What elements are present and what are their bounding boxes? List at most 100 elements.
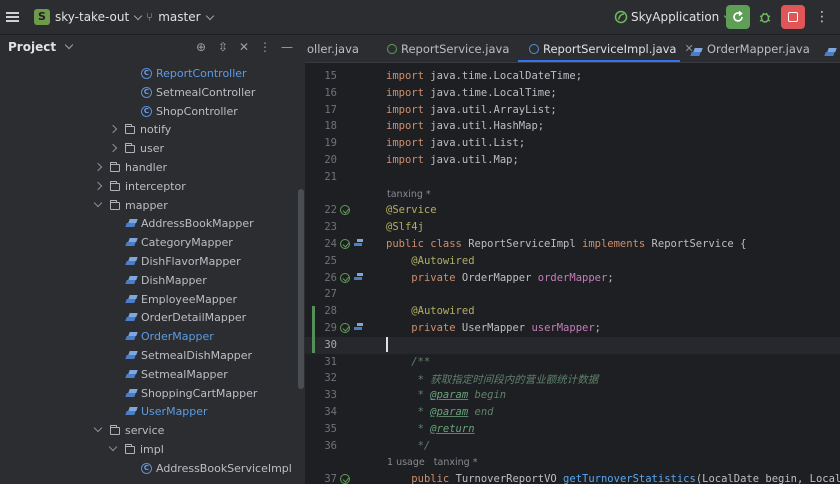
- options-icon[interactable]: ⋮: [258, 40, 272, 54]
- code-line[interactable]: 21: [305, 169, 840, 186]
- tree-item-label: notify: [140, 123, 172, 137]
- tree-item-notify[interactable]: notify: [0, 121, 300, 140]
- tab-overflow[interactable]: [825, 35, 837, 62]
- hamburger-icon: [5, 12, 19, 22]
- code-line[interactable]: 23 @Slf4j: [305, 219, 840, 236]
- tree-item-shopcontroller[interactable]: C ShopController: [0, 103, 300, 122]
- spring-bean-icon[interactable]: [340, 323, 350, 333]
- tree-item-user[interactable]: user: [0, 140, 300, 159]
- mapper-nav-icon[interactable]: [354, 272, 363, 282]
- code-editor[interactable]: 15 import java.time.LocalDateTime; 16 impor…: [305, 63, 840, 484]
- code-line[interactable]: 36 */: [305, 438, 840, 455]
- code-line[interactable]: 16 import java.time.LocalTime;: [305, 85, 840, 102]
- project-selector[interactable]: S sky-take-out: [34, 0, 143, 34]
- code-line[interactable]: 25 @Autowired: [305, 253, 840, 270]
- tree-item-dishflavormapper[interactable]: DishFlavorMapper: [0, 253, 300, 272]
- chevron-down-icon[interactable]: [93, 198, 103, 207]
- tree-item-label: ReportController: [156, 67, 247, 80]
- collapse-all-icon[interactable]: ✕: [237, 40, 251, 54]
- more-actions-button[interactable]: ⋮: [810, 5, 834, 29]
- code-line[interactable]: 20 import java.util.Map;: [305, 152, 840, 169]
- tab-order-mapper[interactable]: OrderMapper.java: [691, 35, 810, 62]
- tree-item-reportcontroller[interactable]: C ReportController: [0, 65, 300, 84]
- code-line[interactable]: 37 public TurnoverReportVO getTurnoverSt…: [305, 471, 840, 484]
- rerun-button[interactable]: [726, 5, 750, 29]
- line-number: 32: [324, 372, 337, 385]
- chevron-down-icon[interactable]: [108, 442, 118, 452]
- mapper-icon: [126, 313, 138, 323]
- code-text: public TurnoverReportVO getTurnoverStati…: [411, 473, 840, 484]
- main-menu-button[interactable]: [2, 0, 22, 34]
- mapper-nav-icon[interactable]: [354, 323, 363, 332]
- tree-item-setmealcontroller[interactable]: C SetmealController: [0, 84, 300, 103]
- tree-item-shoppingcartmapper[interactable]: ShoppingCartMapper: [0, 385, 300, 404]
- spring-bean-icon[interactable]: [340, 272, 350, 283]
- tree-item-usermapper[interactable]: UserMapper: [0, 403, 300, 422]
- line-number: 37: [324, 473, 337, 484]
- code-line[interactable]: 19 import java.util.List;: [305, 135, 840, 152]
- tree-item-handler[interactable]: handler: [0, 159, 300, 178]
- code-line[interactable]: 33 * @param begin: [305, 387, 840, 404]
- tree-item-dishmapper[interactable]: DishMapper: [0, 272, 300, 291]
- author-hint[interactable]: tanxing *: [387, 189, 431, 200]
- tab-report-service[interactable]: ReportService.java: [387, 35, 509, 62]
- folder-icon: [125, 444, 135, 454]
- spring-bean-icon[interactable]: [340, 474, 350, 484]
- hide-panel-icon[interactable]: —: [280, 40, 294, 54]
- tree-item-interceptor[interactable]: interceptor: [0, 178, 300, 197]
- implemented-icon[interactable]: [354, 239, 363, 248]
- tab-report-service-impl[interactable]: ReportServiceImpl.java ✕: [529, 35, 694, 62]
- line-number: 28: [324, 305, 337, 318]
- code-line[interactable]: 22 @Service: [305, 202, 840, 219]
- tree-item-mapper[interactable]: mapper: [0, 197, 300, 216]
- line-number: 31: [324, 355, 337, 368]
- tree-item-setmealmapper[interactable]: SetmealMapper: [0, 366, 300, 385]
- branch-selector[interactable]: ⑂ master: [146, 0, 214, 34]
- tab-label: ReportService.java: [401, 41, 510, 56]
- debug-button[interactable]: [753, 5, 777, 29]
- tree-scrollbar[interactable]: [298, 189, 304, 389]
- code-text: import java.util.ArrayList;: [386, 103, 557, 116]
- spring-bean-icon[interactable]: [340, 239, 350, 249]
- tree-item-label: mapper: [125, 198, 168, 212]
- inlay-hint-row: 1 usage tanxing *: [305, 454, 840, 471]
- tab-controller[interactable]: oller.java: [307, 35, 359, 62]
- tree-item-addressbookmapper[interactable]: AddressBookMapper: [0, 215, 300, 234]
- stop-button[interactable]: [781, 5, 805, 29]
- code-line[interactable]: 15 import java.time.LocalDateTime;: [305, 68, 840, 85]
- tree-item-addressbookserviceimpl[interactable]: C AddressBookServiceImpl: [0, 460, 300, 479]
- tree-item-employeemapper[interactable]: EmployeeMapper: [0, 291, 300, 310]
- locate-file-icon[interactable]: ⊕: [194, 40, 208, 54]
- tree-item-ordermapper[interactable]: OrderMapper: [0, 328, 300, 347]
- code-line[interactable]: 31 /**: [305, 354, 840, 371]
- author-hint[interactable]: 1 usage tanxing *: [387, 457, 477, 468]
- code-line[interactable]: 27: [305, 286, 840, 303]
- code-line[interactable]: 26 private OrderMapper orderMapper;: [305, 270, 840, 287]
- text-caret: [386, 337, 388, 352]
- tree-item-setmealdishmapper[interactable]: SetmealDishMapper: [0, 347, 300, 366]
- code-line[interactable]: 34 * @param end: [305, 404, 840, 421]
- tree-item-orderdetailmapper[interactable]: OrderDetailMapper: [0, 309, 300, 328]
- code-line[interactable]: 18 import java.util.HashMap;: [305, 118, 840, 135]
- tree-item-service[interactable]: service: [0, 422, 300, 441]
- chevron-right-icon[interactable]: [108, 143, 118, 153]
- code-line[interactable]: 17 import java.util.ArrayList;: [305, 102, 840, 119]
- chevron-right-icon[interactable]: [93, 181, 103, 191]
- chevron-down-icon[interactable]: [93, 423, 103, 433]
- code-line[interactable]: 35 * @return: [305, 421, 840, 438]
- mapper-icon: [126, 407, 138, 417]
- expand-all-icon[interactable]: ⇳: [216, 40, 230, 54]
- vcs-change-marker[interactable]: [312, 306, 315, 353]
- tree-item-impl[interactable]: impl: [0, 441, 300, 460]
- line-number: 29: [324, 322, 337, 334]
- spring-bean-icon[interactable]: [340, 205, 350, 216]
- code-line[interactable]: 24 public class ReportServiceImpl impleme…: [305, 236, 840, 253]
- code-line[interactable]: 32 * 获取指定时间段内的营业额统计数据: [305, 370, 840, 387]
- chevron-right-icon[interactable]: [108, 125, 118, 134]
- code-line[interactable]: 29 private UserMapper userMapper;: [305, 320, 840, 337]
- chevron-right-icon[interactable]: [93, 162, 103, 172]
- tree-item-categorymapper[interactable]: CategoryMapper: [0, 234, 300, 253]
- code-line[interactable]: 28 @Autowired: [305, 303, 840, 320]
- run-config-selector[interactable]: SkyApplication: [614, 0, 733, 34]
- project-view-selector[interactable]: Project: [8, 40, 74, 54]
